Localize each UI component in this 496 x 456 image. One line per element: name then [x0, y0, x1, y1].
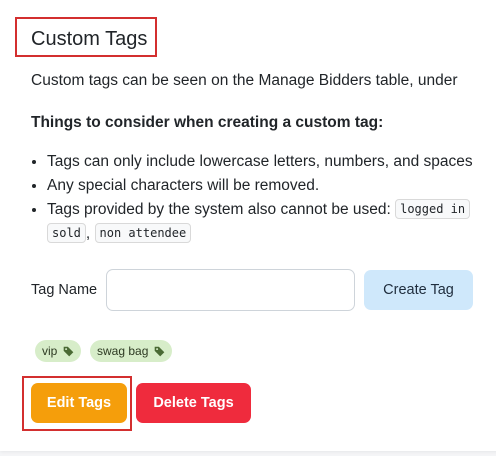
tag-icon	[154, 346, 165, 357]
considerations-heading: Things to consider when creating a custo…	[31, 114, 384, 131]
system-tags-row: sold, non attendee	[47, 223, 192, 243]
section-description: Custom tags can be seen on the Manage Bi…	[31, 72, 458, 89]
rule-item: Any special characters will be removed.	[47, 174, 473, 198]
edit-tags-button[interactable]: Edit Tags	[31, 383, 127, 423]
system-tag-code: non attendee	[94, 223, 192, 243]
tag-name-label: Tag Name	[31, 282, 98, 298]
tag-chip-label: swag bag	[97, 344, 149, 358]
custom-tags-card: Custom Tags Custom tags can be seen on t…	[0, 0, 496, 451]
rule-item: Tags can only include lowercase letters,…	[47, 150, 473, 174]
tag-chip[interactable]: swag bag	[90, 340, 172, 362]
tag-chip[interactable]: vip	[35, 340, 81, 362]
tag-chip-label: vip	[42, 344, 58, 358]
rule-item: Tags provided by the system also cannot …	[47, 198, 473, 222]
page-title: Custom Tags	[31, 28, 148, 50]
tag-name-input[interactable]	[106, 269, 355, 311]
system-tag-code: sold	[47, 223, 86, 243]
tag-icon	[63, 346, 73, 357]
separator: ,	[85, 225, 91, 242]
create-tag-button[interactable]: Create Tag	[364, 270, 473, 310]
delete-tags-button[interactable]: Delete Tags	[136, 383, 251, 423]
system-tag-code: logged in	[395, 199, 471, 219]
rules-list: Tags can only include lowercase letters,…	[31, 150, 473, 222]
